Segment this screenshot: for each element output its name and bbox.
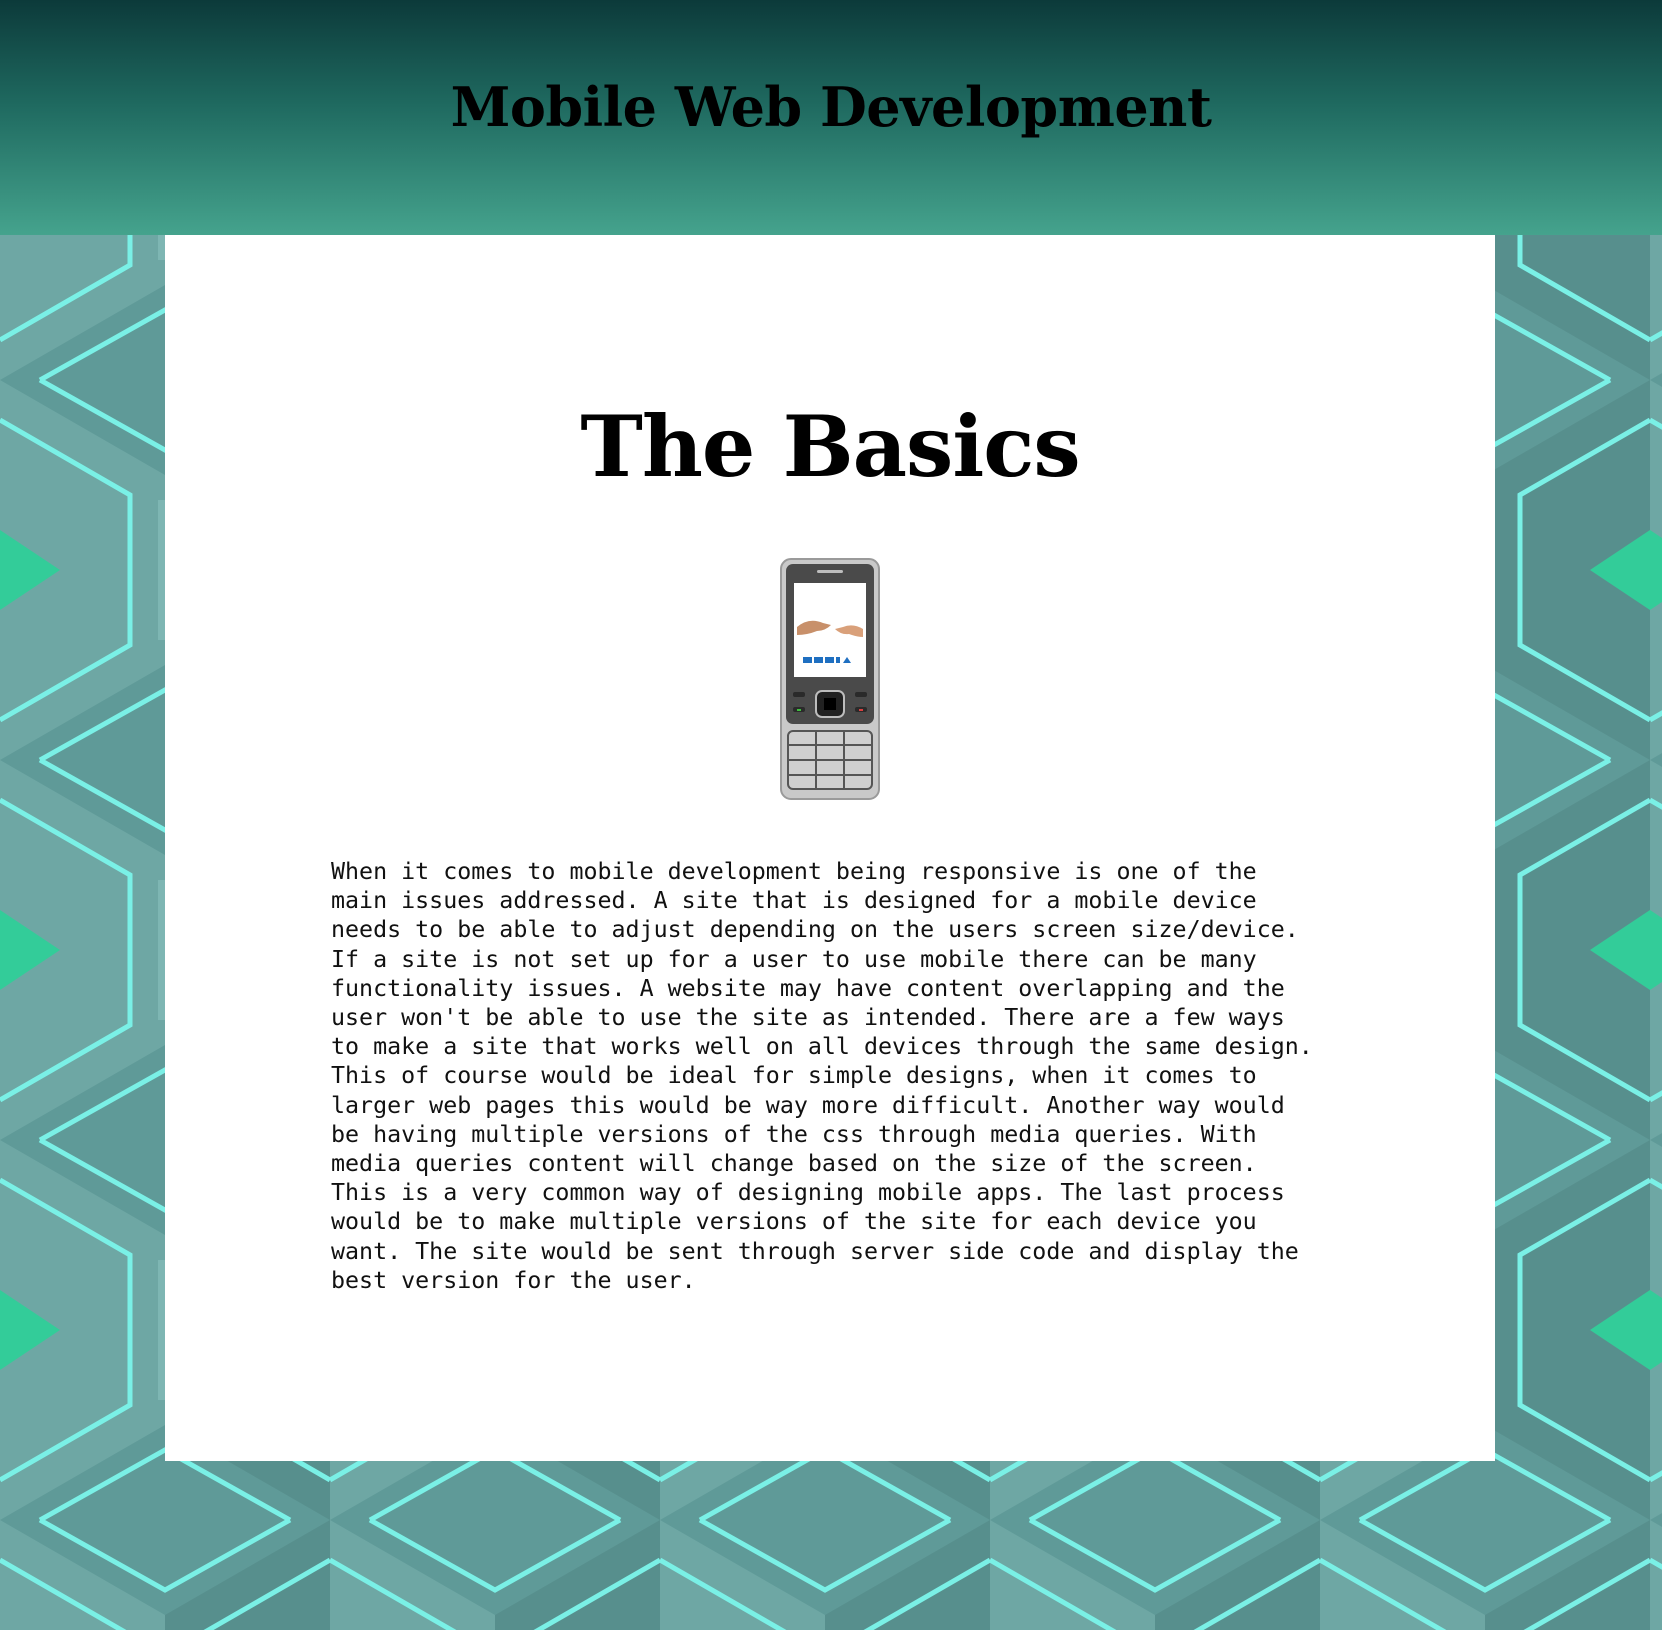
page-heading: The Basics	[580, 397, 1080, 496]
site-title: Mobile Web Development	[450, 75, 1212, 139]
content-card: The Basics When it comes to mobile devel…	[165, 235, 1495, 1461]
site-header: Mobile Web Development	[0, 0, 1662, 235]
body-paragraph: When it comes to mobile development bein…	[331, 858, 1313, 1294]
mobile-phone-icon	[780, 558, 880, 800]
